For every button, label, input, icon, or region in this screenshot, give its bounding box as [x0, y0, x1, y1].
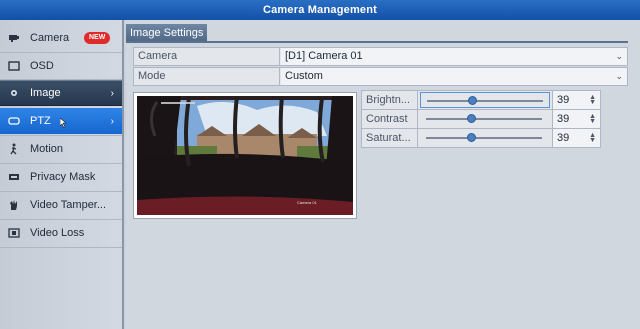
camera-select-value: [D1] Camera 01: [285, 50, 363, 62]
camera-label: Camera: [134, 48, 280, 65]
contrast-row: Contrast 39 ▲ ▼: [361, 109, 601, 129]
sidebar-item-label: Motion: [30, 143, 64, 155]
slider-handle[interactable]: [467, 96, 477, 105]
sidebar-divider: [0, 247, 122, 248]
tab-underline: [126, 41, 628, 43]
sidebar-item-image[interactable]: Image ›: [0, 80, 122, 106]
ptz-icon: [8, 115, 20, 127]
sidebar-item-motion[interactable]: Motion: [0, 136, 122, 162]
video-tamper-icon: [8, 199, 20, 211]
camera-select[interactable]: [D1] Camera 01 ⌄: [281, 48, 627, 65]
window-title-bar: Camera Management: [0, 0, 640, 20]
brightness-value: 39: [557, 94, 570, 106]
sidebar-item-label: Video Tamper...: [30, 199, 107, 211]
slider-track: [426, 137, 542, 139]
chevron-down-icon: ⌄: [615, 71, 623, 81]
tab-image-settings[interactable]: Image Settings: [126, 24, 208, 41]
mode-select-value: Custom: [285, 70, 323, 82]
video-loss-icon: [8, 227, 20, 239]
sidebar-item-label: PTZ: [30, 115, 51, 127]
mouse-cursor-icon: [60, 118, 67, 128]
motion-icon: [8, 143, 20, 155]
mode-row: Mode Custom ⌄: [133, 67, 628, 86]
saturation-slider[interactable]: [420, 130, 550, 146]
sidebar-item-video-loss[interactable]: Video Loss: [0, 220, 122, 246]
chevron-right-icon: ›: [110, 115, 114, 127]
contrast-value: 39: [557, 113, 570, 125]
chevron-down-icon: ⌄: [615, 51, 623, 61]
brightness-row: Brightn... 39 ▲ ▼: [361, 90, 601, 110]
camera-preview: Camera 01: [133, 92, 357, 219]
camera-preview-image: Camera 01: [137, 96, 353, 215]
sidebar-item-label: Video Loss: [30, 227, 85, 239]
tab-label: Image Settings: [130, 26, 204, 39]
spinner-icon[interactable]: ▲ ▼: [589, 94, 596, 106]
osd-icon: [8, 60, 20, 72]
sidebar-item-osd[interactable]: OSD: [0, 53, 122, 79]
new-badge: NEW: [84, 32, 111, 44]
saturation-value-field[interactable]: 39 ▲ ▼: [552, 129, 600, 147]
spinner-icon[interactable]: ▲ ▼: [589, 113, 596, 125]
camera-row: Camera [D1] Camera 01 ⌄: [133, 47, 628, 66]
main-panel: Image Settings Camera [D1] Camera 01 ⌄ M…: [126, 20, 640, 329]
sidebar-item-privacy-mask[interactable]: Privacy Mask: [0, 164, 122, 190]
saturation-label: Saturat...: [362, 129, 418, 147]
slider-track: [427, 100, 543, 102]
sidebar-item-camera[interactable]: Camera NEW: [0, 25, 122, 51]
saturation-row: Saturat... 39 ▲ ▼: [361, 128, 601, 148]
slider-track: [426, 118, 542, 120]
window-title: Camera Management: [262, 4, 378, 16]
sidebar-item-label: Privacy Mask: [30, 171, 96, 183]
mode-select[interactable]: Custom ⌄: [281, 68, 627, 85]
contrast-label: Contrast: [362, 110, 418, 128]
brightness-slider[interactable]: [420, 92, 550, 108]
sidebar: Camera NEW OSD Image › PTZ › Motion Priv…: [0, 20, 124, 329]
brightness-label: Brightn...: [362, 91, 418, 109]
camera-icon: [8, 32, 20, 44]
sidebar-item-label: Image: [30, 87, 61, 99]
image-icon: [8, 87, 20, 99]
saturation-value: 39: [557, 132, 570, 144]
brightness-value-field[interactable]: 39 ▲ ▼: [552, 91, 600, 109]
sidebar-item-label: OSD: [30, 60, 54, 72]
mode-label: Mode: [134, 68, 280, 85]
sidebar-item-video-tamper[interactable]: Video Tamper...: [0, 192, 122, 218]
chevron-right-icon: ›: [110, 87, 114, 99]
slider-handle[interactable]: [466, 133, 476, 142]
slider-handle[interactable]: [466, 114, 476, 123]
contrast-slider[interactable]: [420, 111, 550, 127]
spinner-icon[interactable]: ▲ ▼: [589, 132, 596, 144]
preview-camera-name: Camera 01: [297, 200, 318, 205]
contrast-value-field[interactable]: 39 ▲ ▼: [552, 110, 600, 128]
privacy-mask-icon: [8, 171, 20, 183]
